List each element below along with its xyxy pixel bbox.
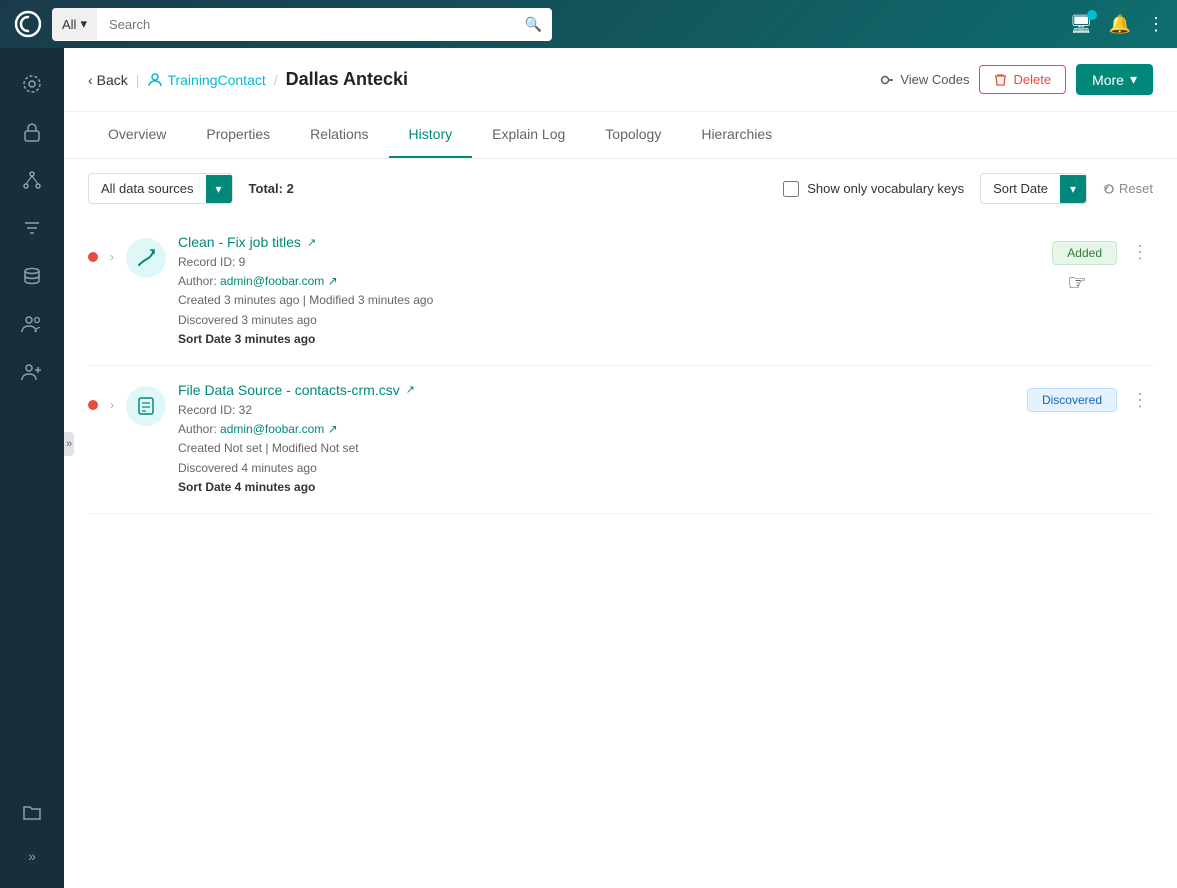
row-menu-button[interactable]: ⋮	[1127, 240, 1153, 265]
breadcrumb-slash: /	[274, 72, 278, 88]
back-chevron-icon: ‹	[88, 72, 93, 88]
filter-bar: All data sources ▾ Total: 2 Show only vo…	[64, 159, 1177, 218]
row-status-area: Added ⋮	[1052, 240, 1153, 265]
sidebar-item-database[interactable]	[12, 256, 52, 296]
sidebar-item-folder[interactable]	[12, 792, 52, 832]
record-id: Record ID: 32	[178, 401, 1015, 420]
record-sort-date: Sort Date 4 minutes ago	[178, 478, 1015, 497]
top-navigation: All ▾ 🔍 🖥 🔔 ⋮	[0, 0, 1177, 48]
tab-history[interactable]: History	[389, 112, 473, 158]
row-type-icon	[126, 386, 166, 426]
breadcrumb: ‹ Back | TrainingContact / Dallas Anteck…	[88, 69, 408, 90]
view-codes-button[interactable]: View Codes	[880, 72, 969, 87]
monitor-badge	[1087, 10, 1097, 20]
breadcrumb-separator: |	[136, 72, 140, 88]
reset-button[interactable]: Reset	[1103, 181, 1153, 196]
sort-chevron-icon[interactable]: ▾	[1060, 175, 1086, 203]
record-meta: Record ID: 32 Author: admin@foobar.com ↗…	[178, 401, 1015, 497]
record-meta: Record ID: 9 Author: admin@foobar.com ↗ …	[178, 253, 1040, 349]
row-status-dot	[88, 400, 98, 410]
entity-name: Dallas Antecki	[286, 69, 408, 90]
search-input[interactable]	[97, 9, 515, 40]
external-link-icon: ↗	[406, 383, 415, 396]
search-scope-dropdown[interactable]: All ▾	[52, 8, 97, 40]
record-title[interactable]: Clean - Fix job titles ↗	[178, 234, 1040, 250]
sidebar-collapse-button[interactable]: »	[64, 432, 74, 456]
row-expand-icon[interactable]: ›	[110, 398, 114, 412]
tab-relations[interactable]: Relations	[290, 112, 388, 158]
record-discovered: Discovered 4 minutes ago	[178, 459, 1015, 478]
table-row: › File Data Source - contacts-crm.csv ↗ …	[88, 366, 1153, 514]
sidebar: »	[0, 48, 64, 888]
sort-select[interactable]: Sort Date ▾	[980, 173, 1087, 204]
vocab-checkbox[interactable]	[783, 181, 799, 197]
sidebar-item-person-add[interactable]	[12, 352, 52, 392]
trash-icon	[994, 73, 1007, 87]
datasource-label: All data sources	[89, 174, 206, 203]
row-status-area: Discovered ⋮	[1027, 388, 1153, 413]
author-link[interactable]: admin@foobar.com ↗	[220, 274, 338, 288]
datasource-chevron-icon[interactable]: ▾	[206, 175, 232, 203]
dropdown-chevron-icon: ▾	[80, 16, 87, 32]
tabs-bar: Overview Properties Relations History Ex…	[64, 112, 1177, 159]
external-link-icon: ↗	[307, 236, 316, 249]
record-author: Author: admin@foobar.com ↗	[178, 272, 1040, 291]
search-bar: All ▾ 🔍	[52, 8, 552, 41]
more-button[interactable]: More ▾	[1076, 64, 1153, 95]
sidebar-bottom: »	[12, 792, 52, 872]
key-icon	[880, 73, 894, 87]
sidebar-item-people[interactable]	[12, 304, 52, 344]
sidebar-item-network[interactable]	[12, 160, 52, 200]
more-chevron-icon: ▾	[1130, 71, 1137, 88]
vocab-checkbox-group: Show only vocabulary keys	[783, 181, 964, 197]
record-dates: Created Not set | Modified Not set	[178, 439, 1015, 458]
tab-topology[interactable]: Topology	[585, 112, 681, 158]
record-id: Record ID: 9	[178, 253, 1040, 272]
delete-button[interactable]: Delete	[979, 65, 1066, 94]
tab-hierarchies[interactable]: Hierarchies	[681, 112, 792, 158]
records-list: › Clean - Fix job titles ↗ Record ID: 9 …	[64, 218, 1177, 514]
tab-properties[interactable]: Properties	[186, 112, 290, 158]
row-expand-icon[interactable]: ›	[110, 250, 114, 264]
row-details: File Data Source - contacts-crm.csv ↗ Re…	[178, 382, 1015, 497]
row-details: Clean - Fix job titles ↗ Record ID: 9 Au…	[178, 234, 1040, 349]
header-actions: View Codes Delete More ▾	[880, 64, 1153, 95]
monitor-icon-button[interactable]: 🖥	[1070, 14, 1093, 35]
record-author: Author: admin@foobar.com ↗	[178, 420, 1015, 439]
page-header: ‹ Back | TrainingContact / Dallas Anteck…	[64, 48, 1177, 112]
row-menu-button[interactable]: ⋮	[1127, 388, 1153, 413]
record-title[interactable]: File Data Source - contacts-crm.csv ↗	[178, 382, 1015, 398]
vocab-checkbox-label: Show only vocabulary keys	[807, 181, 964, 196]
sidebar-item-home[interactable]	[12, 64, 52, 104]
reset-icon	[1103, 183, 1115, 195]
row-type-icon	[126, 238, 166, 278]
search-submit-button[interactable]: 🔍	[515, 8, 552, 41]
more-menu-button[interactable]: ⋮	[1147, 14, 1165, 35]
record-sort-date: Sort Date 3 minutes ago	[178, 330, 1040, 349]
bell-icon-button[interactable]: 🔔	[1109, 14, 1131, 35]
main-content: ‹ Back | TrainingContact / Dallas Anteck…	[64, 48, 1177, 888]
datasource-select[interactable]: All data sources ▾	[88, 173, 233, 204]
sidebar-expand-button[interactable]: »	[20, 840, 44, 872]
status-badge: Added	[1052, 241, 1117, 265]
entity-type-link[interactable]: TrainingContact	[147, 72, 265, 88]
record-dates: Created 3 minutes ago | Modified 3 minut…	[178, 291, 1040, 310]
total-label: Total: 2	[249, 181, 294, 196]
status-badge: Discovered	[1027, 388, 1117, 412]
sidebar-item-filter[interactable]	[12, 208, 52, 248]
table-row: › Clean - Fix job titles ↗ Record ID: 9 …	[88, 218, 1153, 366]
tab-overview[interactable]: Overview	[88, 112, 186, 158]
row-status-dot	[88, 252, 98, 262]
author-link[interactable]: admin@foobar.com ↗	[220, 422, 338, 436]
nav-right-actions: 🖥 🔔 ⋮	[1070, 14, 1165, 35]
record-discovered: Discovered 3 minutes ago	[178, 311, 1040, 330]
logo-icon[interactable]	[12, 8, 44, 40]
sort-label: Sort Date	[981, 174, 1060, 203]
sidebar-item-lock[interactable]	[12, 112, 52, 152]
back-button[interactable]: ‹ Back	[88, 72, 128, 88]
contact-type-icon	[147, 72, 163, 88]
tab-explain-log[interactable]: Explain Log	[472, 112, 585, 158]
